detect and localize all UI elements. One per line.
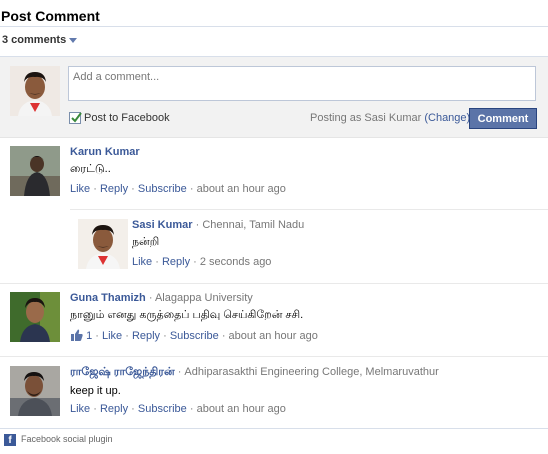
facebook-icon[interactable]: f xyxy=(4,434,16,446)
reply-link[interactable]: Reply xyxy=(132,330,160,342)
reply-affiliation: Chennai, Tamil Nadu xyxy=(202,219,305,231)
comment-timestamp: about an hour ago xyxy=(196,183,286,195)
subscribe-link[interactable]: Subscribe xyxy=(138,183,187,195)
post-to-facebook-checkbox[interactable] xyxy=(69,112,82,124)
reply-body: Sasi Kumar · Chennai, Tamil Nadu நன்றி L… xyxy=(132,219,305,268)
divider xyxy=(0,283,548,284)
subscribe-link[interactable]: Subscribe xyxy=(138,403,187,415)
comment-text: keep it up. xyxy=(70,385,121,397)
checkmark-icon xyxy=(71,112,82,123)
comment-timestamp: about an hour ago xyxy=(228,330,318,342)
avatar xyxy=(78,219,128,269)
comment-button[interactable]: Comment xyxy=(469,108,537,129)
like-link[interactable]: Like xyxy=(70,183,90,195)
thumbs-up-icon xyxy=(71,329,83,341)
post-to-facebook-label: Post to Facebook xyxy=(84,112,170,124)
avatar xyxy=(10,66,60,116)
likes-count[interactable]: 1 xyxy=(86,330,92,342)
avatar xyxy=(10,366,60,416)
comment-input[interactable]: Add a comment... xyxy=(68,66,536,101)
comment-author-link[interactable]: Karun Kumar xyxy=(70,146,140,158)
divider xyxy=(70,209,548,210)
comment-actions: 1 · Like · Reply · Subscribe · about an … xyxy=(70,329,318,342)
comment-affiliation: Alagappa University xyxy=(154,292,253,304)
reply-link[interactable]: Reply xyxy=(100,183,128,195)
page-title: Post Comment xyxy=(1,8,100,24)
comment-count-label[interactable]: 3 comments xyxy=(2,34,66,46)
change-account-link[interactable]: (Change) xyxy=(424,112,470,124)
comment-body: Guna Thamizh · Alagappa University நானும… xyxy=(70,292,318,342)
comment-actions: Like · Reply · Subscribe · about an hour… xyxy=(70,403,286,415)
comment-author-link[interactable]: Guna Thamizh xyxy=(70,292,146,304)
avatar xyxy=(10,292,60,342)
social-plugin-footer: f Facebook social plugin xyxy=(0,428,548,454)
comment-body: Karun Kumar ரைட்டு.. Like · Reply · Subs… xyxy=(70,146,286,195)
comment-body: ராஜேஷ் ராஜேந்திரன் · Adhiparasakthi Engi… xyxy=(70,366,439,415)
divider xyxy=(0,356,548,357)
reply-author-link[interactable]: Sasi Kumar xyxy=(132,219,193,231)
reply-link[interactable]: Reply xyxy=(100,403,128,415)
social-plugin-link[interactable]: Facebook social plugin xyxy=(21,434,113,444)
comment-text: ரைட்டு.. xyxy=(70,163,111,175)
comment-text: நானும் எனது கருத்தைப் பதிவு செய்கிறேன் ச… xyxy=(70,309,304,321)
posting-as: Posting as Sasi Kumar (Change) xyxy=(310,112,470,124)
reply-text: நன்றி xyxy=(132,236,160,248)
posting-as-label: Posting as Sasi Kumar xyxy=(310,112,422,124)
comment-composer: Add a comment... Post to Facebook Postin… xyxy=(0,56,548,138)
comment-affiliation: Adhiparasakthi Engineering College, Melm… xyxy=(184,366,439,378)
comment-author-link[interactable]: ராஜேஷ் ராஜேந்திரன் xyxy=(70,366,175,378)
comment-count-dropdown[interactable]: 3 comments xyxy=(0,27,548,53)
like-link[interactable]: Like xyxy=(70,403,90,415)
comments-header: Post Comment 3 comments xyxy=(0,6,548,53)
like-link[interactable]: Like xyxy=(132,256,152,268)
reply-timestamp: 2 seconds ago xyxy=(199,256,272,268)
comment-timestamp: about an hour ago xyxy=(196,403,286,415)
reply-actions: Like · Reply · 2 seconds ago xyxy=(132,256,272,268)
reply-link[interactable]: Reply xyxy=(162,256,190,268)
comment-actions: Like · Reply · Subscribe · about an hour… xyxy=(70,183,286,195)
chevron-down-icon[interactable] xyxy=(69,37,78,43)
like-link[interactable]: Like xyxy=(102,330,122,342)
subscribe-link[interactable]: Subscribe xyxy=(170,330,219,342)
avatar xyxy=(10,146,60,196)
